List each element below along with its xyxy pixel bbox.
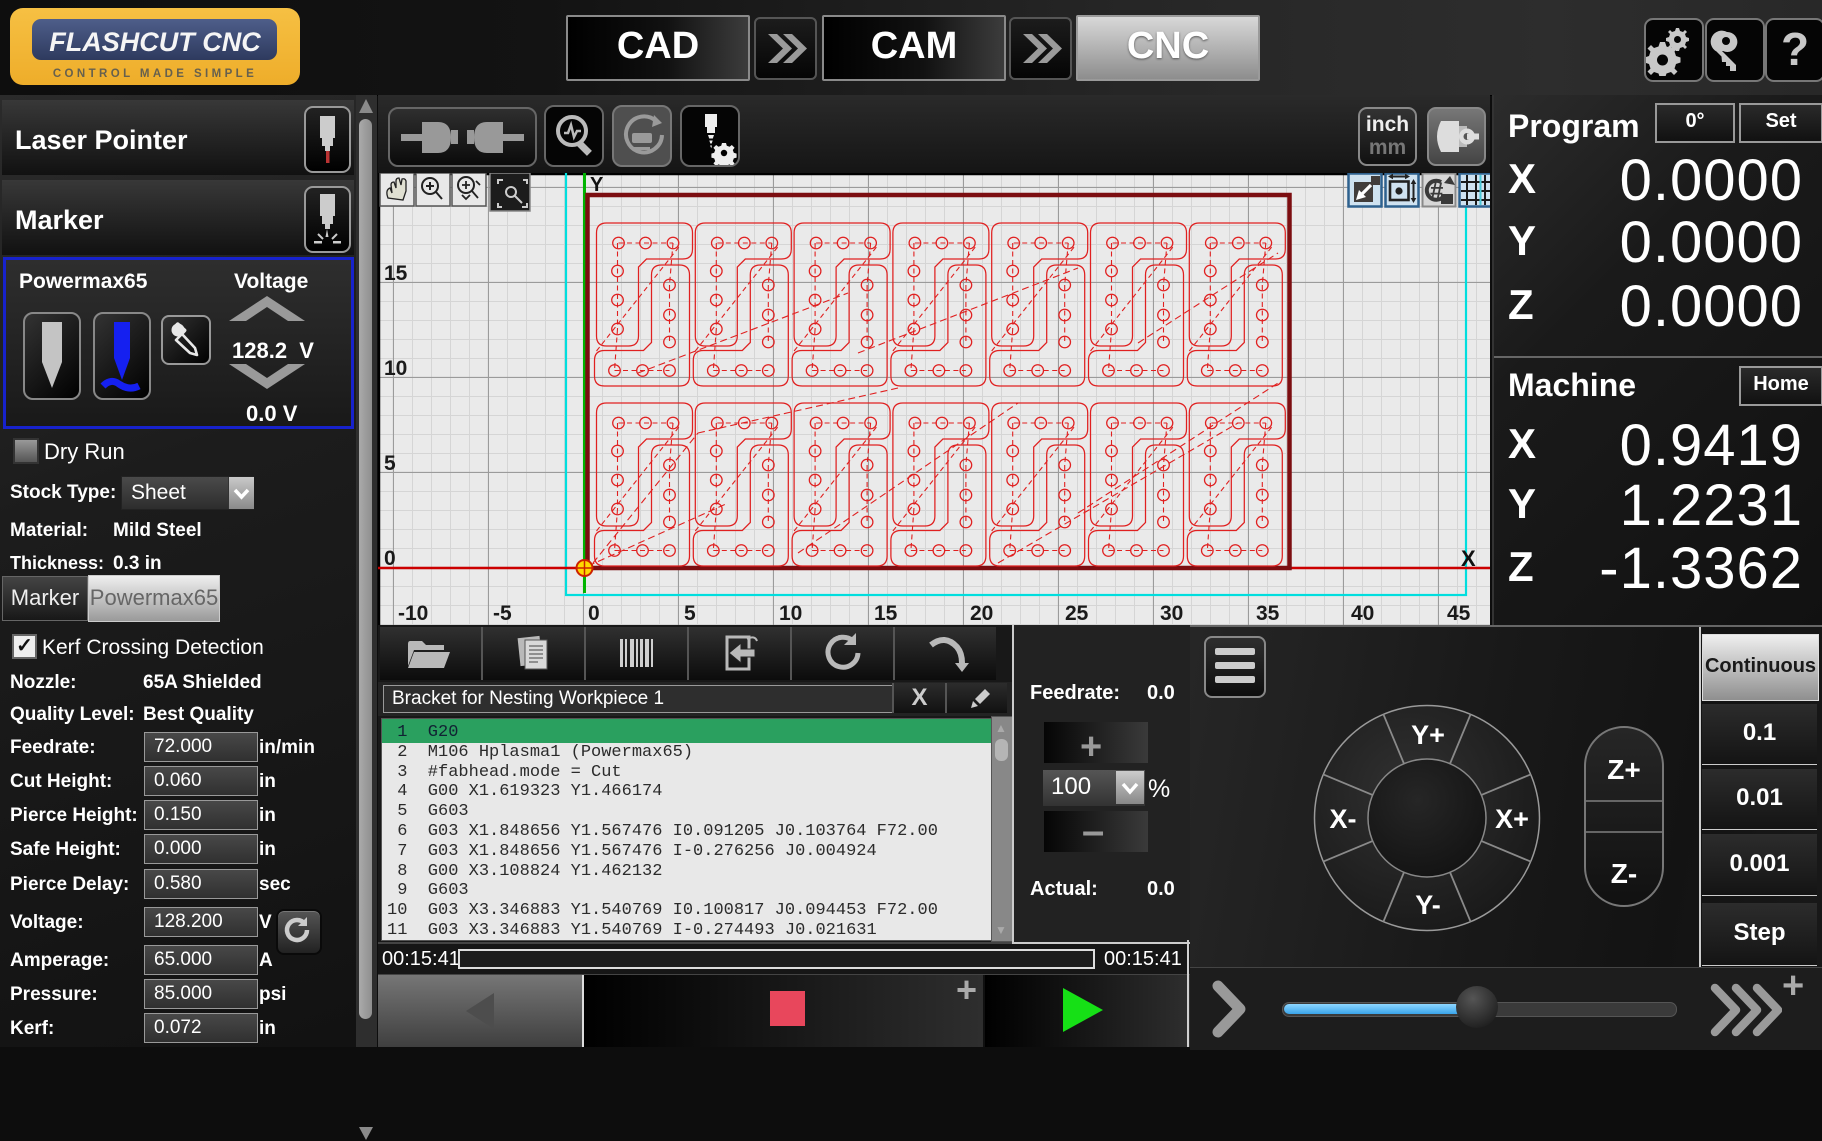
svg-text:Y-: Y- — [1415, 890, 1441, 920]
svg-text:X: X — [1461, 546, 1476, 571]
svg-text:X+: X+ — [1495, 804, 1529, 834]
svg-text:Y+: Y+ — [1411, 720, 1445, 750]
svg-text:30: 30 — [1160, 602, 1183, 625]
svg-text:-5: -5 — [493, 602, 512, 625]
svg-text:0: 0 — [384, 547, 396, 570]
svg-text:10: 10 — [384, 357, 407, 380]
svg-text:Y: Y — [590, 174, 604, 196]
svg-text:15: 15 — [384, 262, 408, 285]
svg-text:10: 10 — [779, 602, 802, 625]
svg-text:-10: -10 — [398, 602, 428, 625]
svg-text:X-: X- — [1330, 804, 1357, 834]
svg-text:15: 15 — [874, 602, 898, 625]
svg-text:35: 35 — [1256, 602, 1280, 625]
svg-text:40: 40 — [1351, 602, 1374, 625]
svg-text:20: 20 — [970, 602, 993, 625]
svg-text:5: 5 — [684, 602, 696, 625]
svg-text:0: 0 — [588, 602, 600, 625]
svg-text:25: 25 — [1065, 602, 1089, 625]
svg-text:5: 5 — [384, 452, 396, 475]
svg-text:45: 45 — [1447, 602, 1471, 625]
